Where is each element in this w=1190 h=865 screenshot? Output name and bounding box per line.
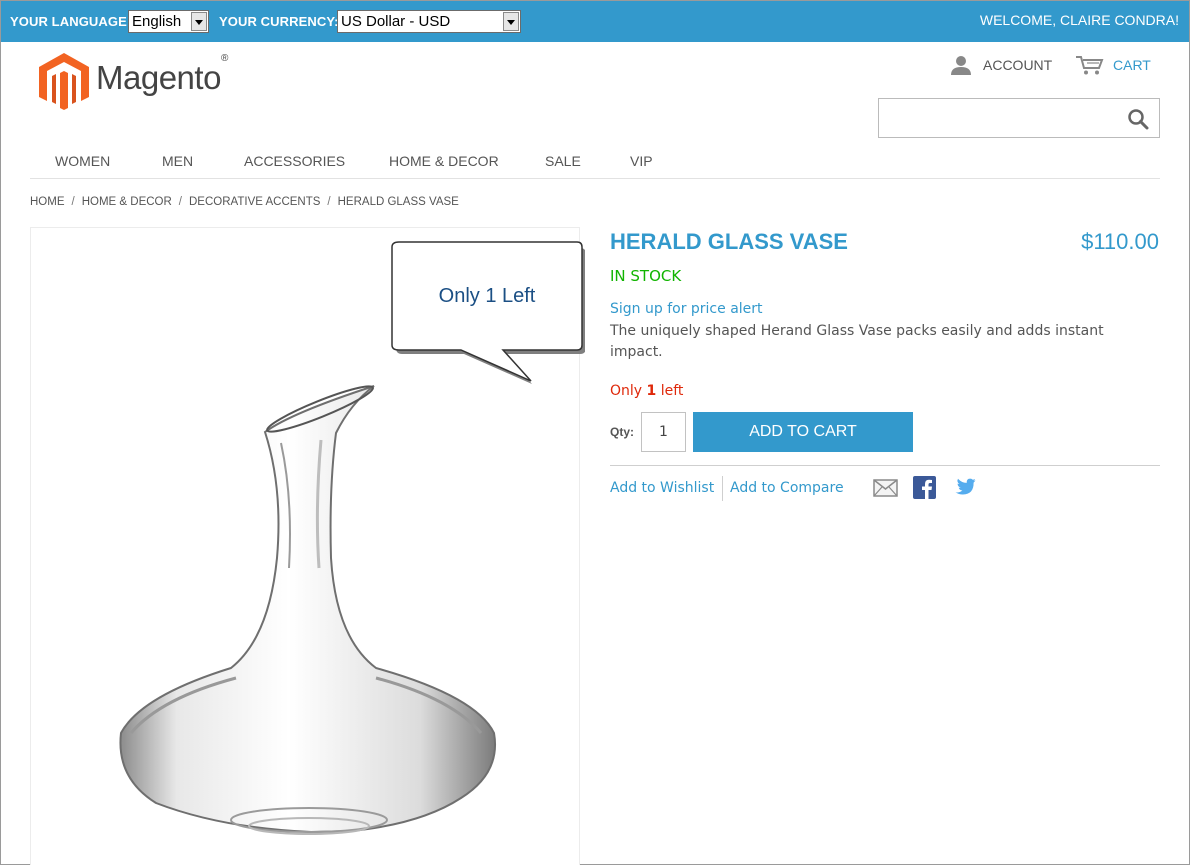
cart-icon (1076, 56, 1104, 75)
email-icon[interactable] (873, 479, 898, 497)
breadcrumb-current: HERALD GLASS VASE (337, 196, 459, 208)
currency-select-value: US Dollar - USD (341, 13, 451, 30)
cart-label: CART (1113, 57, 1151, 73)
low-stock-count: 1 (646, 383, 657, 399)
twitter-icon[interactable] (953, 478, 976, 498)
language-label: YOUR LANGUAGE: (10, 14, 132, 29)
breadcrumb-decorative-accents[interactable]: DECORATIVE ACCENTS (189, 196, 320, 208)
add-to-compare-link[interactable]: Add to Compare (730, 480, 844, 496)
low-stock-message: Only 1 left (610, 383, 684, 399)
top-bar: YOUR LANGUAGE: English YOUR CURRENCY: US… (1, 1, 1189, 42)
product-price: $110.00 (1081, 229, 1159, 254)
search-input[interactable] (879, 99, 1119, 137)
search-box (878, 98, 1160, 138)
breadcrumb-separator: / (327, 196, 331, 208)
language-select[interactable]: English (128, 10, 209, 33)
breadcrumb-separator: / (178, 196, 182, 208)
main-nav: WOMEN MEN ACCESSORIES HOME & DECOR SALE … (30, 152, 1160, 179)
callout-text: Only 1 Left (438, 285, 536, 307)
breadcrumb-separator: / (71, 196, 75, 208)
facebook-icon[interactable] (913, 476, 936, 499)
nav-item-men[interactable]: MEN (162, 153, 193, 169)
logo-text: Magento® (96, 53, 228, 96)
language-select-value: English (132, 13, 182, 30)
breadcrumb-home-decor[interactable]: HOME & DECOR (82, 196, 172, 208)
qty-label: Qty: (610, 425, 634, 439)
account-label: ACCOUNT (983, 57, 1053, 73)
link-separator (722, 476, 723, 501)
callout-bubble (391, 241, 585, 384)
product-name: HERALD GLASS VASE (610, 229, 848, 254)
add-to-wishlist-link[interactable]: Add to Wishlist (610, 480, 714, 496)
product-description: The uniquely shaped Herand Glass Vase pa… (610, 323, 1104, 360)
currency-select[interactable]: US Dollar - USD (337, 10, 521, 33)
currency-label: YOUR CURRENCY: (219, 14, 339, 29)
account-link[interactable]: ACCOUNT (949, 54, 1052, 76)
nav-item-sale[interactable]: SALE (545, 153, 581, 169)
divider (610, 465, 1160, 466)
chevron-down-icon (503, 12, 519, 31)
stock-status: IN STOCK (610, 267, 682, 285)
user-icon (951, 56, 971, 75)
qty-input[interactable] (641, 412, 686, 452)
cart-link[interactable]: CART (1075, 54, 1151, 76)
breadcrumb: HOME / HOME & DECOR / DECORATIVE ACCENTS / HER… (30, 196, 459, 208)
nav-item-home-decor[interactable]: HOME & DECOR (389, 153, 499, 169)
nav-item-vip[interactable]: VIP (630, 153, 653, 169)
logo-link[interactable]: Magento® (39, 53, 239, 111)
price-alert-link[interactable]: Sign up for price alert (610, 301, 763, 317)
nav-item-women[interactable]: WOMEN (55, 153, 110, 169)
breadcrumb-home[interactable]: HOME (30, 196, 65, 208)
add-to-cart-button[interactable]: ADD TO CART (693, 412, 913, 452)
nav-item-accessories[interactable]: ACCESSORIES (244, 153, 345, 169)
magento-logo-icon (39, 53, 89, 110)
welcome-message: WELCOME, CLAIRE CONDRA! (979, 12, 1179, 28)
chevron-down-icon (191, 12, 207, 31)
search-icon[interactable] (1127, 108, 1149, 130)
